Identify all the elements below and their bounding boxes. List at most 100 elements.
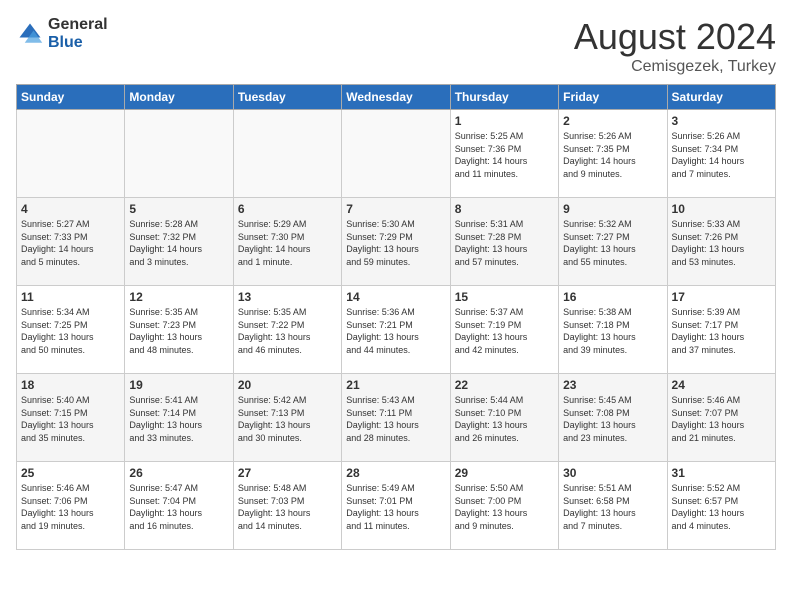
calendar-cell: 22 Sunrise: 5:44 AMSunset: 7:10 PMDayligh… — [450, 374, 558, 462]
calendar-cell: 27 Sunrise: 5:48 AMSunset: 7:03 PMDayligh… — [233, 462, 341, 550]
day-number: 18 — [21, 378, 120, 392]
calendar-cell: 31Sunrise: 5:52 AMSunset: 6:57 PMDayligh… — [667, 462, 775, 550]
day-number: 25 — [21, 466, 120, 480]
day-info: Sunrise: 5:27 AMSunset: 7:33 PMDaylight:… — [21, 218, 120, 268]
day-info: Sunrise: 5:45 AMSunset: 7:08 PMDaylight:… — [563, 394, 662, 444]
calendar-weekday-header: Friday — [559, 85, 667, 110]
calendar-cell: 8 Sunrise: 5:31 AMSunset: 7:28 PMDaylight… — [450, 198, 558, 286]
calendar-cell: 24 Sunrise: 5:46 AMSunset: 7:07 PMDayligh… — [667, 374, 775, 462]
calendar-week-row: 11Sunrise: 5:34 AMSunset: 7:25 PMDayligh… — [17, 286, 776, 374]
day-info: Sunrise: 5:49 AMSunset: 7:01 PMDaylight:… — [346, 482, 445, 532]
day-number: 24 — [672, 378, 771, 392]
day-info: Sunrise: 5:31 AMSunset: 7:28 PMDaylight:… — [455, 218, 554, 268]
day-number: 13 — [238, 290, 337, 304]
day-info: Sunrise: 5:46 AMSunset: 7:06 PMDaylight:… — [21, 482, 120, 532]
day-info: Sunrise: 5:29 AMSunset: 7:30 PMDaylight:… — [238, 218, 337, 268]
calendar-week-row: 4 Sunrise: 5:27 AMSunset: 7:33 PMDaylight… — [17, 198, 776, 286]
calendar-table: SundayMondayTuesdayWednesdayThursdayFrid… — [16, 84, 776, 550]
calendar-weekday-header: Thursday — [450, 85, 558, 110]
day-info: Sunrise: 5:35 AMSunset: 7:23 PMDaylight:… — [129, 306, 228, 356]
day-info: Sunrise: 5:30 AMSunset: 7:29 PMDaylight:… — [346, 218, 445, 268]
day-number: 28 — [346, 466, 445, 480]
logo-text: General Blue — [48, 16, 108, 51]
calendar-cell — [17, 110, 125, 198]
day-number: 10 — [672, 202, 771, 216]
calendar-cell: 5 Sunrise: 5:28 AMSunset: 7:32 PMDaylight… — [125, 198, 233, 286]
calendar-cell: 14 Sunrise: 5:36 AMSunset: 7:21 PMDayligh… — [342, 286, 450, 374]
calendar-cell: 25 Sunrise: 5:46 AMSunset: 7:06 PMDayligh… — [17, 462, 125, 550]
day-number: 23 — [563, 378, 662, 392]
day-info: Sunrise: 5:47 AMSunset: 7:04 PMDaylight:… — [129, 482, 228, 532]
day-info: Sunrise: 5:33 AMSunset: 7:26 PMDaylight:… — [672, 218, 771, 268]
calendar-cell: 16 Sunrise: 5:38 AMSunset: 7:18 PMDayligh… — [559, 286, 667, 374]
calendar-cell: 7 Sunrise: 5:30 AMSunset: 7:29 PMDaylight… — [342, 198, 450, 286]
calendar-cell: 20 Sunrise: 5:42 AMSunset: 7:13 PMDayligh… — [233, 374, 341, 462]
location-title: Cemisgezek, Turkey — [574, 58, 776, 76]
calendar-week-row: 18Sunrise: 5:40 AMSunset: 7:15 PMDayligh… — [17, 374, 776, 462]
day-number: 14 — [346, 290, 445, 304]
day-number: 9 — [563, 202, 662, 216]
calendar-cell: 15Sunrise: 5:37 AMSunset: 7:19 PMDayligh… — [450, 286, 558, 374]
logo: General Blue — [16, 16, 108, 51]
day-number: 16 — [563, 290, 662, 304]
calendar-cell: 29 Sunrise: 5:50 AMSunset: 7:00 PMDayligh… — [450, 462, 558, 550]
title-block: August 2024 Cemisgezek, Turkey — [574, 16, 776, 76]
day-number: 5 — [129, 202, 228, 216]
calendar-week-row: 1 Sunrise: 5:25 AMSunset: 7:36 PMDaylight… — [17, 110, 776, 198]
calendar-cell: 18Sunrise: 5:40 AMSunset: 7:15 PMDayligh… — [17, 374, 125, 462]
day-info: Sunrise: 5:36 AMSunset: 7:21 PMDaylight:… — [346, 306, 445, 356]
day-info: Sunrise: 5:42 AMSunset: 7:13 PMDaylight:… — [238, 394, 337, 444]
day-number: 20 — [238, 378, 337, 392]
day-number: 30 — [563, 466, 662, 480]
day-info: Sunrise: 5:32 AMSunset: 7:27 PMDaylight:… — [563, 218, 662, 268]
calendar-cell: 2Sunrise: 5:26 AMSunset: 7:35 PMDaylight… — [559, 110, 667, 198]
day-number: 6 — [238, 202, 337, 216]
calendar-cell: 10 Sunrise: 5:33 AMSunset: 7:26 PMDayligh… — [667, 198, 775, 286]
calendar-cell: 19Sunrise: 5:41 AMSunset: 7:14 PMDayligh… — [125, 374, 233, 462]
day-info: Sunrise: 5:48 AMSunset: 7:03 PMDaylight:… — [238, 482, 337, 532]
day-info: Sunrise: 5:50 AMSunset: 7:00 PMDaylight:… — [455, 482, 554, 532]
calendar-cell — [342, 110, 450, 198]
day-number: 8 — [455, 202, 554, 216]
day-number: 11 — [21, 290, 120, 304]
day-number: 29 — [455, 466, 554, 480]
calendar-cell: 17Sunrise: 5:39 AMSunset: 7:17 PMDayligh… — [667, 286, 775, 374]
day-number: 22 — [455, 378, 554, 392]
calendar-cell: 11Sunrise: 5:34 AMSunset: 7:25 PMDayligh… — [17, 286, 125, 374]
calendar-cell: 9 Sunrise: 5:32 AMSunset: 7:27 PMDaylight… — [559, 198, 667, 286]
calendar-cell — [233, 110, 341, 198]
day-number: 3 — [672, 114, 771, 128]
calendar-cell: 30 Sunrise: 5:51 AMSunset: 6:58 PMDayligh… — [559, 462, 667, 550]
calendar-cell: 12 Sunrise: 5:35 AMSunset: 7:23 PMDayligh… — [125, 286, 233, 374]
day-info: Sunrise: 5:28 AMSunset: 7:32 PMDaylight:… — [129, 218, 228, 268]
calendar-header-row: SundayMondayTuesdayWednesdayThursdayFrid… — [17, 85, 776, 110]
calendar-weekday-header: Saturday — [667, 85, 775, 110]
calendar-cell: 6 Sunrise: 5:29 AMSunset: 7:30 PMDaylight… — [233, 198, 341, 286]
day-info: Sunrise: 5:43 AMSunset: 7:11 PMDaylight:… — [346, 394, 445, 444]
calendar-cell: 4 Sunrise: 5:27 AMSunset: 7:33 PMDaylight… — [17, 198, 125, 286]
day-number: 7 — [346, 202, 445, 216]
day-number: 4 — [21, 202, 120, 216]
day-number: 26 — [129, 466, 228, 480]
day-number: 12 — [129, 290, 228, 304]
calendar-cell: 13Sunrise: 5:35 AMSunset: 7:22 PMDayligh… — [233, 286, 341, 374]
day-info: Sunrise: 5:38 AMSunset: 7:18 PMDaylight:… — [563, 306, 662, 356]
calendar-weekday-header: Tuesday — [233, 85, 341, 110]
day-info: Sunrise: 5:25 AMSunset: 7:36 PMDaylight:… — [455, 130, 554, 180]
day-number: 1 — [455, 114, 554, 128]
logo-icon — [16, 20, 44, 48]
day-info: Sunrise: 5:51 AMSunset: 6:58 PMDaylight:… — [563, 482, 662, 532]
day-number: 27 — [238, 466, 337, 480]
day-number: 2 — [563, 114, 662, 128]
page-header: General Blue August 2024 Cemisgezek, Tur… — [16, 16, 776, 76]
month-title: August 2024 — [574, 16, 776, 58]
calendar-weekday-header: Sunday — [17, 85, 125, 110]
calendar-week-row: 25 Sunrise: 5:46 AMSunset: 7:06 PMDayligh… — [17, 462, 776, 550]
day-number: 19 — [129, 378, 228, 392]
day-info: Sunrise: 5:46 AMSunset: 7:07 PMDaylight:… — [672, 394, 771, 444]
calendar-cell: 28 Sunrise: 5:49 AMSunset: 7:01 PMDayligh… — [342, 462, 450, 550]
day-info: Sunrise: 5:44 AMSunset: 7:10 PMDaylight:… — [455, 394, 554, 444]
calendar-cell: 3Sunrise: 5:26 AMSunset: 7:34 PMDaylight… — [667, 110, 775, 198]
day-info: Sunrise: 5:52 AMSunset: 6:57 PMDaylight:… — [672, 482, 771, 532]
logo-blue: Blue — [48, 34, 108, 52]
